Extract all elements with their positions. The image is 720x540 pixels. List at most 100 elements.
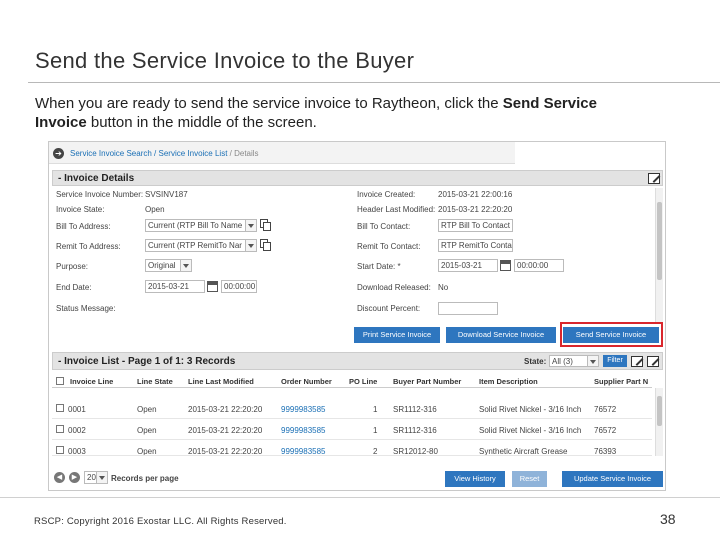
invoice-state-label: Invoice State:	[56, 205, 105, 214]
calendar-icon[interactable]	[207, 281, 218, 292]
select-all-checkbox[interactable]	[56, 377, 64, 385]
intro-part-1: When you are ready to send the service i…	[35, 95, 503, 112]
discount-percent-label: Discount Percent:	[357, 304, 421, 313]
pager-bar: ◀ ▶ 20 Records per page View History Res…	[52, 470, 663, 488]
start-time-input[interactable]: 00:00:00	[514, 259, 564, 272]
invoice-list-title: - Invoice List - Page 1 of 1: 3 Records	[58, 356, 236, 367]
arrow-right-circle-icon[interactable]: ➔	[53, 148, 64, 159]
per-page-label: Records per page	[111, 474, 179, 483]
column-header[interactable]: Line Last Modified	[188, 377, 254, 386]
table-row[interactable]: 0001 Open 2015-03-21 22:20:20 9999983585…	[52, 398, 652, 419]
end-date-label: End Date:	[56, 283, 92, 292]
breadcrumb-search-link[interactable]: Service Invoice Search	[70, 149, 152, 158]
update-invoice-button[interactable]: Update Service Invoice	[562, 471, 663, 487]
end-time-input[interactable]: 00:00:00	[221, 280, 257, 293]
intro-part-2: button in the middle of the screen.	[86, 114, 317, 131]
cell-description: Solid Rivet Nickel - 3/16 Inch	[479, 426, 582, 435]
footer-divider	[0, 497, 720, 498]
table-row[interactable]: 0002 Open 2015-03-21 22:20:20 9999983585…	[52, 419, 652, 440]
table-header: Invoice Line Line State Line Last Modifi…	[52, 374, 652, 388]
intro-bold-2: Invoice	[35, 114, 87, 131]
invoice-number-label: Service Invoice Number:	[56, 190, 144, 199]
column-header[interactable]: Item Description	[479, 377, 538, 386]
calendar-icon[interactable]	[500, 260, 511, 271]
details-scrollbar[interactable]	[655, 188, 663, 322]
cell-buyer-part: SR1112-316	[393, 426, 437, 435]
invoice-details-header[interactable]: - Invoice Details	[52, 170, 663, 186]
cell-line-state: Open	[137, 447, 157, 456]
start-date-input[interactable]: 2015-03-21	[438, 259, 498, 272]
edit-icon[interactable]	[647, 356, 659, 367]
discount-percent-input[interactable]	[438, 302, 498, 315]
chevron-down-icon	[96, 472, 107, 483]
breadcrumb: Service Invoice Search / Service Invoice…	[70, 149, 259, 158]
table-row[interactable]: 0003 Open 2015-03-21 22:20:20 9999983585…	[52, 440, 652, 456]
cell-buyer-part: SR1112-316	[393, 405, 437, 414]
next-page-icon[interactable]: ▶	[69, 472, 80, 483]
header-modified-label: Header Last Modified:	[357, 205, 436, 214]
per-page-value: 20	[87, 473, 96, 482]
previous-page-icon[interactable]: ◀	[54, 472, 65, 483]
list-scrollbar[interactable]	[655, 388, 663, 456]
state-filter-value: All (3)	[552, 357, 573, 366]
copy-icon[interactable]	[260, 219, 271, 231]
cell-buyer-part: SR12012-80	[393, 447, 438, 456]
state-filter-select[interactable]: All (3)	[549, 355, 599, 367]
breadcrumb-list-link[interactable]: Service Invoice List	[159, 149, 228, 158]
row-checkbox[interactable]	[56, 446, 64, 454]
invoice-list-header[interactable]: - Invoice List - Page 1 of 1: 3 Records …	[52, 352, 663, 370]
slide-title: Send the Service Invoice to the Buyer	[35, 48, 415, 73]
cell-po-line: 2	[373, 447, 378, 456]
column-header[interactable]: PO Line	[349, 377, 377, 386]
cell-line-state: Open	[137, 405, 157, 414]
purpose-label: Purpose:	[56, 262, 89, 271]
column-header[interactable]: Line State	[137, 377, 173, 386]
cell-order-number-link[interactable]: 9999983585	[281, 447, 326, 455]
column-header[interactable]: Order Number	[281, 377, 332, 386]
cell-supplier-part: 76572	[594, 405, 617, 414]
remit-contact-input[interactable]: RTP RemitTo Conta	[438, 239, 513, 252]
row-checkbox[interactable]	[56, 425, 64, 433]
page-icon[interactable]	[631, 356, 643, 367]
end-date-input[interactable]: 2015-03-21	[145, 280, 205, 293]
download-invoice-button[interactable]: Download Service Invoice	[446, 327, 556, 343]
state-filter-label: State:	[524, 357, 547, 366]
column-header[interactable]: Buyer Part Number	[393, 377, 461, 386]
row-checkbox[interactable]	[56, 404, 64, 412]
view-history-button[interactable]: View History	[445, 471, 505, 487]
cell-last-modified: 2015-03-21 22:20:20	[188, 426, 263, 435]
invoice-state-value: Open	[145, 205, 165, 214]
header-modified-value: 2015-03-21 22:20:20	[438, 205, 513, 214]
cell-order-number-link[interactable]: 9999983585	[281, 405, 326, 414]
bill-to-label: Bill To Address:	[56, 222, 111, 231]
filter-button[interactable]: Filter	[603, 355, 627, 367]
bill-to-select[interactable]: Current (RTP Bill To Name	[145, 219, 257, 232]
bill-to-value: Current (RTP Bill To Name	[148, 221, 243, 230]
column-header[interactable]: Supplier Part N	[594, 377, 648, 386]
cell-last-modified: 2015-03-21 22:20:20	[188, 405, 263, 414]
invoice-number-value: SVSINV187	[145, 190, 188, 199]
remit-to-select[interactable]: Current (RTP RemitTo Nar	[145, 239, 257, 252]
print-invoice-button[interactable]: Print Service Invoice	[354, 327, 440, 343]
copy-icon[interactable]	[260, 239, 271, 251]
reset-button[interactable]: Reset	[512, 471, 547, 487]
purpose-select[interactable]: Original	[145, 259, 192, 272]
status-message-label: Status Message:	[56, 304, 116, 313]
invoice-created-value: 2015-03-21 22:00:16	[438, 190, 513, 199]
edit-icon[interactable]	[648, 173, 660, 184]
cell-line-state: Open	[137, 426, 157, 435]
per-page-select[interactable]: 20	[84, 471, 108, 484]
footer-copyright: RSCP: Copyright 2016 Exostar LLC. All Ri…	[34, 516, 287, 527]
cell-supplier-part: 76572	[594, 426, 617, 435]
cell-invoice-line: 0002	[68, 426, 86, 435]
cell-supplier-part: 76393	[594, 447, 617, 456]
intro-bold-1: Send Service	[502, 95, 597, 112]
bill-contact-input[interactable]: RTP Bill To Contact	[438, 219, 513, 232]
column-header[interactable]: Invoice Line	[70, 377, 113, 386]
download-released-value: No	[438, 283, 449, 292]
intro-text: When you are ready to send the service i…	[35, 94, 675, 132]
cell-po-line: 1	[373, 405, 378, 414]
remit-to-label: Remit To Address:	[56, 242, 121, 251]
cell-order-number-link[interactable]: 9999983585	[281, 426, 326, 435]
start-date-label: Start Date: *	[357, 262, 401, 271]
